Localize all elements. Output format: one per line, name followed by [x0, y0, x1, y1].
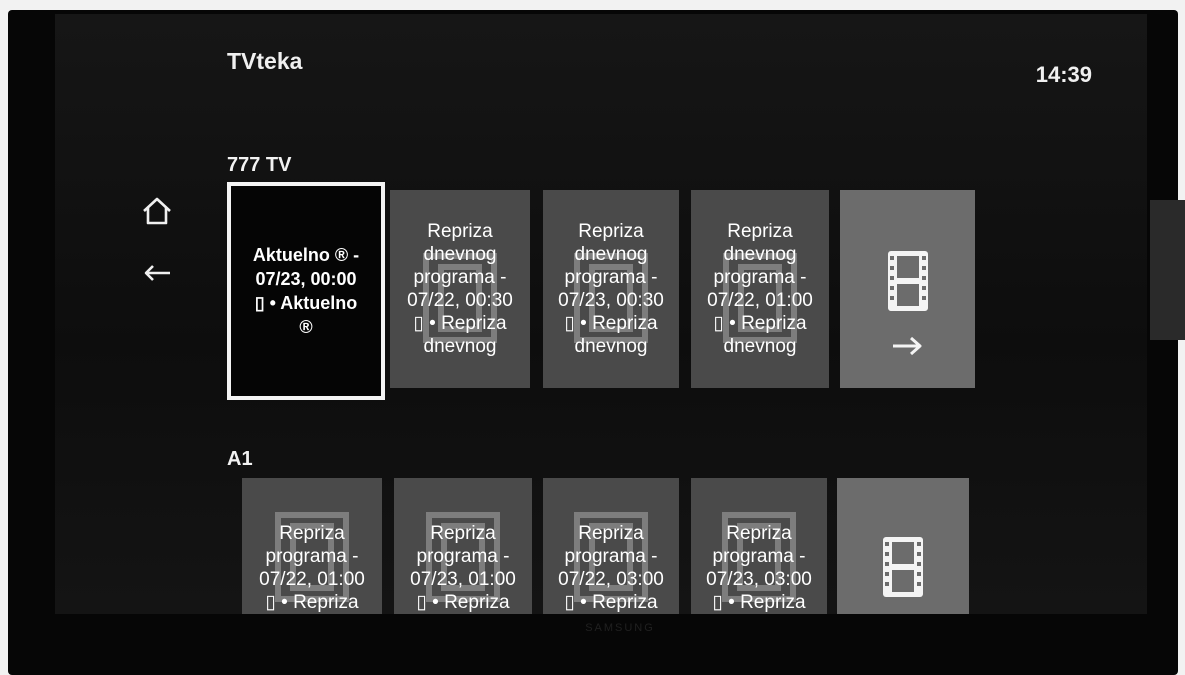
channel-title: 777 TV: [227, 154, 292, 176]
app-title: TVteka: [227, 48, 303, 74]
program-tile[interactable]: Repriza dnevnog programa - 07/22, 00:30 …: [390, 190, 530, 388]
clock: 14:39: [1035, 62, 1092, 87]
program-label: Repriza programa - 07/23, 01:00 ▯ • Repr…: [410, 523, 516, 613]
tv-screen: TVteka 14:39 777 TV Aktuelno ® - 07/23, …: [55, 14, 1147, 614]
film-icon: [883, 537, 923, 597]
home-icon[interactable]: [140, 194, 174, 228]
program-tile[interactable]: Repriza programa - 07/23, 03:00 ▯ • Repr…: [691, 478, 827, 614]
channel-title: A1: [227, 448, 253, 470]
more-programs-tile[interactable]: [840, 190, 975, 388]
background-wall: [1150, 200, 1185, 340]
arrow-right-icon: [892, 336, 921, 356]
program-label: Repriza dnevnog programa - 07/22, 00:30 …: [407, 221, 513, 357]
program-tile[interactable]: Repriza programa - 07/22, 01:00 ▯ • Repr…: [242, 478, 382, 614]
program-tile[interactable]: Aktuelno ® - 07/23, 00:00 ▯ • Aktuelno ®: [227, 182, 385, 400]
program-label: Repriza programa - 07/23, 03:00 ▯ • Repr…: [706, 523, 812, 613]
program-tile[interactable]: Repriza dnevnog programa - 07/22, 01:00 …: [691, 190, 829, 388]
tv-brand-logo: SAMSUNG: [585, 622, 655, 634]
program-tile[interactable]: Repriza programa - 07/22, 03:00 ▯ • Repr…: [543, 478, 679, 614]
program-label: Repriza programa - 07/22, 01:00 ▯ • Repr…: [259, 523, 365, 613]
back-arrow-icon[interactable]: [140, 256, 174, 290]
program-label: Repriza dnevnog programa - 07/23, 00:30 …: [558, 221, 664, 357]
program-label: Repriza dnevnog programa - 07/22, 01:00 …: [707, 221, 813, 357]
program-tile[interactable]: Repriza programa - 07/23, 01:00 ▯ • Repr…: [394, 478, 532, 614]
program-tile[interactable]: Repriza dnevnog programa - 07/23, 00:30 …: [543, 190, 679, 388]
program-label: Aktuelno ® - 07/23, 00:00 ▯ • Aktuelno ®: [252, 245, 360, 337]
program-label: Repriza programa - 07/22, 03:00 ▯ • Repr…: [558, 523, 664, 613]
more-programs-tile[interactable]: [837, 478, 969, 614]
film-icon: [887, 251, 928, 311]
side-nav: [140, 194, 180, 318]
